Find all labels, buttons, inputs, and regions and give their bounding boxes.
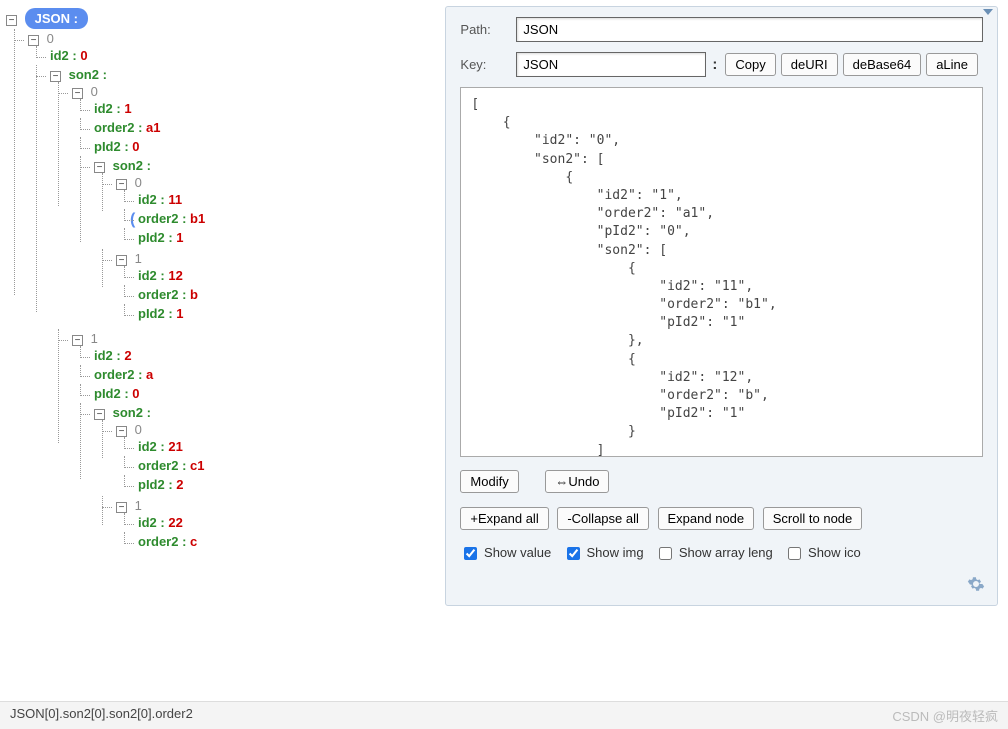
tree-node[interactable]: − son2 : bbox=[94, 405, 151, 420]
tree-node[interactable]: order2 : b bbox=[138, 287, 198, 302]
tree-node[interactable]: id2 : 12 bbox=[138, 268, 183, 283]
colon-separator: : bbox=[712, 56, 717, 73]
detail-panel: Path: Key: : Copy deURI deBase64 aLine M… bbox=[445, 6, 998, 606]
show-array-len-check[interactable]: Show array leng bbox=[655, 545, 773, 560]
tree-node[interactable]: order2 : a bbox=[94, 367, 153, 382]
undo-button[interactable]: ⇔Undo bbox=[545, 470, 609, 493]
show-ico-check[interactable]: Show ico bbox=[784, 545, 860, 560]
tree-node[interactable]: id2 : 0 bbox=[50, 48, 88, 63]
toggle-icon[interactable]: − bbox=[28, 35, 39, 46]
json-textarea[interactable] bbox=[460, 87, 983, 457]
json-tree[interactable]: − JSON : − 0 id2 : 0 − son2 : − 0 id2 : 1… bbox=[4, 8, 441, 561]
status-bar: JSON[0].son2[0].son2[0].order2 CSDN @明夜轻… bbox=[0, 701, 1008, 729]
tree-node[interactable]: − 0 bbox=[28, 31, 54, 46]
aline-button[interactable]: aLine bbox=[926, 53, 978, 76]
status-path: JSON[0].son2[0].son2[0].order2 bbox=[10, 706, 193, 725]
tree-node[interactable]: id2 : 21 bbox=[138, 439, 183, 454]
tree-node[interactable]: − 1 bbox=[116, 498, 142, 513]
tree-node[interactable]: pId2 : 2 bbox=[138, 477, 184, 492]
toggle-icon[interactable]: − bbox=[72, 88, 83, 99]
expand-all-button[interactable]: +Expand all bbox=[460, 507, 548, 530]
tree-node[interactable]: − 0 bbox=[116, 422, 142, 437]
toggle-icon[interactable]: − bbox=[72, 335, 83, 346]
gear-icon[interactable] bbox=[967, 575, 985, 593]
tree-node[interactable]: order2 : a1 bbox=[94, 120, 161, 135]
watermark: CSDN @明夜轻疯 bbox=[892, 706, 998, 725]
root-node[interactable]: JSON : bbox=[25, 8, 88, 29]
path-input[interactable] bbox=[516, 17, 983, 42]
tree-node[interactable]: − son2 : bbox=[50, 67, 107, 82]
tree-panel: − JSON : − 0 id2 : 0 − son2 : − 0 id2 : 1… bbox=[0, 0, 445, 700]
tree-node[interactable]: − 0 bbox=[72, 84, 98, 99]
modify-button[interactable]: Modify bbox=[460, 470, 518, 493]
tree-node[interactable]: pId2 : 0 bbox=[94, 386, 140, 401]
toggle-icon[interactable]: − bbox=[6, 15, 17, 26]
toggle-icon[interactable]: − bbox=[50, 71, 61, 82]
tree-node[interactable]: pId2 : 0 bbox=[94, 139, 140, 154]
tree-node[interactable]: − 1 bbox=[72, 331, 98, 346]
toggle-icon[interactable]: − bbox=[116, 426, 127, 437]
tree-node[interactable]: id2 : 11 bbox=[138, 192, 182, 207]
tree-node[interactable]: pId2 : 1 bbox=[138, 230, 184, 245]
copy-button[interactable]: Copy bbox=[725, 53, 775, 76]
tree-node[interactable]: − 0 bbox=[116, 175, 142, 190]
tree-node[interactable]: order2 : c1 bbox=[138, 458, 205, 473]
show-img-check[interactable]: Show img bbox=[563, 545, 644, 560]
toggle-icon[interactable]: − bbox=[94, 409, 105, 420]
toggle-icon[interactable]: − bbox=[94, 162, 105, 173]
tree-node[interactable]: id2 : 1 bbox=[94, 101, 132, 116]
expand-node-button[interactable]: Expand node bbox=[658, 507, 755, 530]
tree-node[interactable]: order2 : b1 bbox=[138, 211, 205, 226]
tree-node[interactable]: pId2 : 1 bbox=[138, 306, 184, 321]
key-label: Key: bbox=[460, 57, 516, 72]
key-input[interactable] bbox=[516, 52, 706, 77]
toggle-icon[interactable]: − bbox=[116, 179, 127, 190]
toggle-icon[interactable]: − bbox=[116, 502, 127, 513]
scroll-node-button[interactable]: Scroll to node bbox=[763, 507, 863, 530]
tree-node[interactable]: order2 : c bbox=[138, 534, 197, 549]
tree-node[interactable]: id2 : 22 bbox=[138, 515, 183, 530]
deuri-button[interactable]: deURI bbox=[781, 53, 838, 76]
tree-node[interactable]: id2 : 2 bbox=[94, 348, 132, 363]
show-value-check[interactable]: Show value bbox=[460, 545, 551, 560]
path-label: Path: bbox=[460, 22, 516, 37]
tree-node[interactable]: − son2 : bbox=[94, 158, 151, 173]
collapse-all-button[interactable]: -Collapse all bbox=[557, 507, 649, 530]
tree-node[interactable]: − 1 bbox=[116, 251, 142, 266]
toggle-icon[interactable]: − bbox=[116, 255, 127, 266]
debase64-button[interactable]: deBase64 bbox=[843, 53, 922, 76]
